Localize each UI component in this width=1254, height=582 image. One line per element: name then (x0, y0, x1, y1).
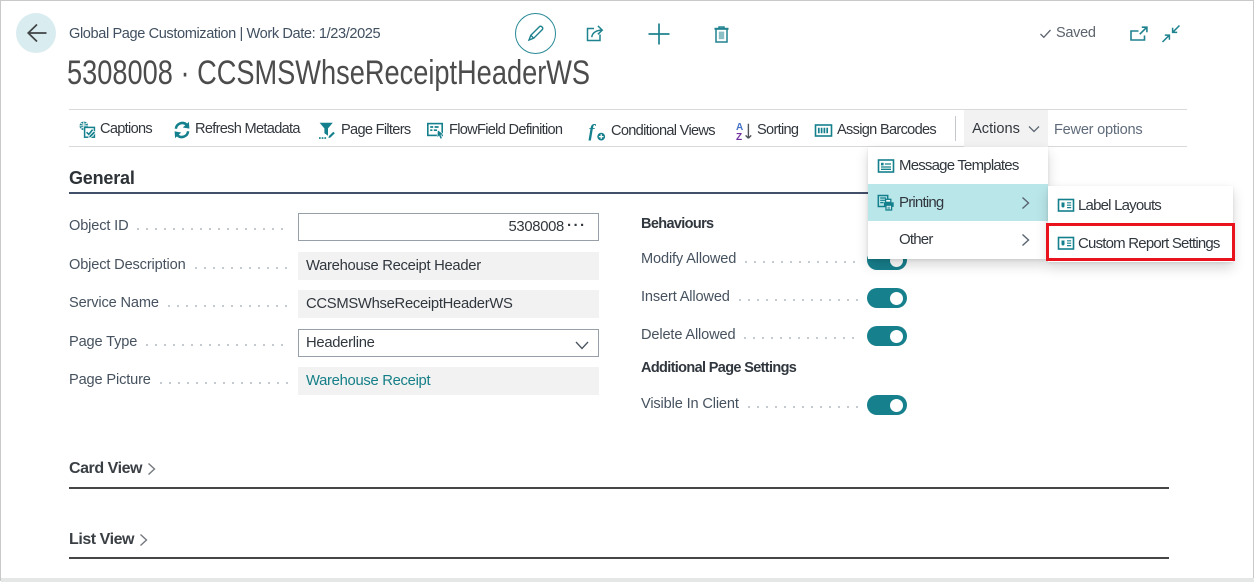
svg-text:Z: Z (736, 132, 742, 141)
svg-text:f: f (589, 121, 597, 141)
